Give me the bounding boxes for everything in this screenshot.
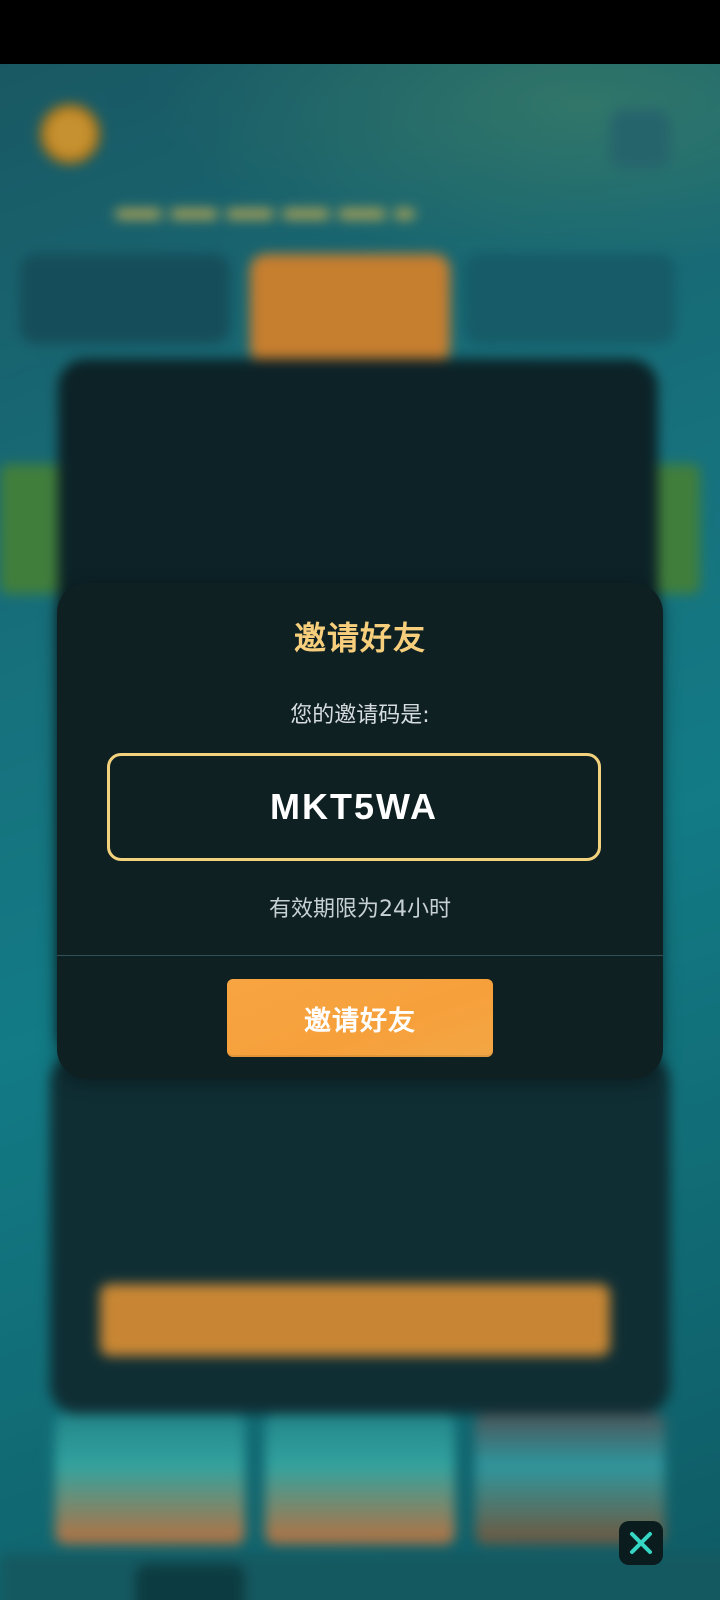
invite-code-value: MKT5WA (270, 786, 438, 827)
close-button[interactable] (619, 1521, 663, 1565)
validity-note: 有效期限为24小时 (269, 897, 451, 922)
invite-code-caption: 您的邀请码是: (290, 703, 430, 728)
close-icon (630, 1532, 652, 1554)
invite-code-box[interactable]: MKT5WA (107, 753, 601, 861)
invite-friends-button-label: 邀请好友 (304, 1005, 416, 1037)
status-bar (0, 0, 720, 64)
invite-friends-button[interactable]: 邀请好友 (227, 979, 493, 1057)
dialog-title: 邀请好友 (293, 619, 426, 657)
dialog-divider (57, 955, 663, 956)
invite-friends-dialog: 邀请好友 您的邀请码是: MKT5WA 有效期限为24小时 邀请好友 (57, 583, 663, 1079)
